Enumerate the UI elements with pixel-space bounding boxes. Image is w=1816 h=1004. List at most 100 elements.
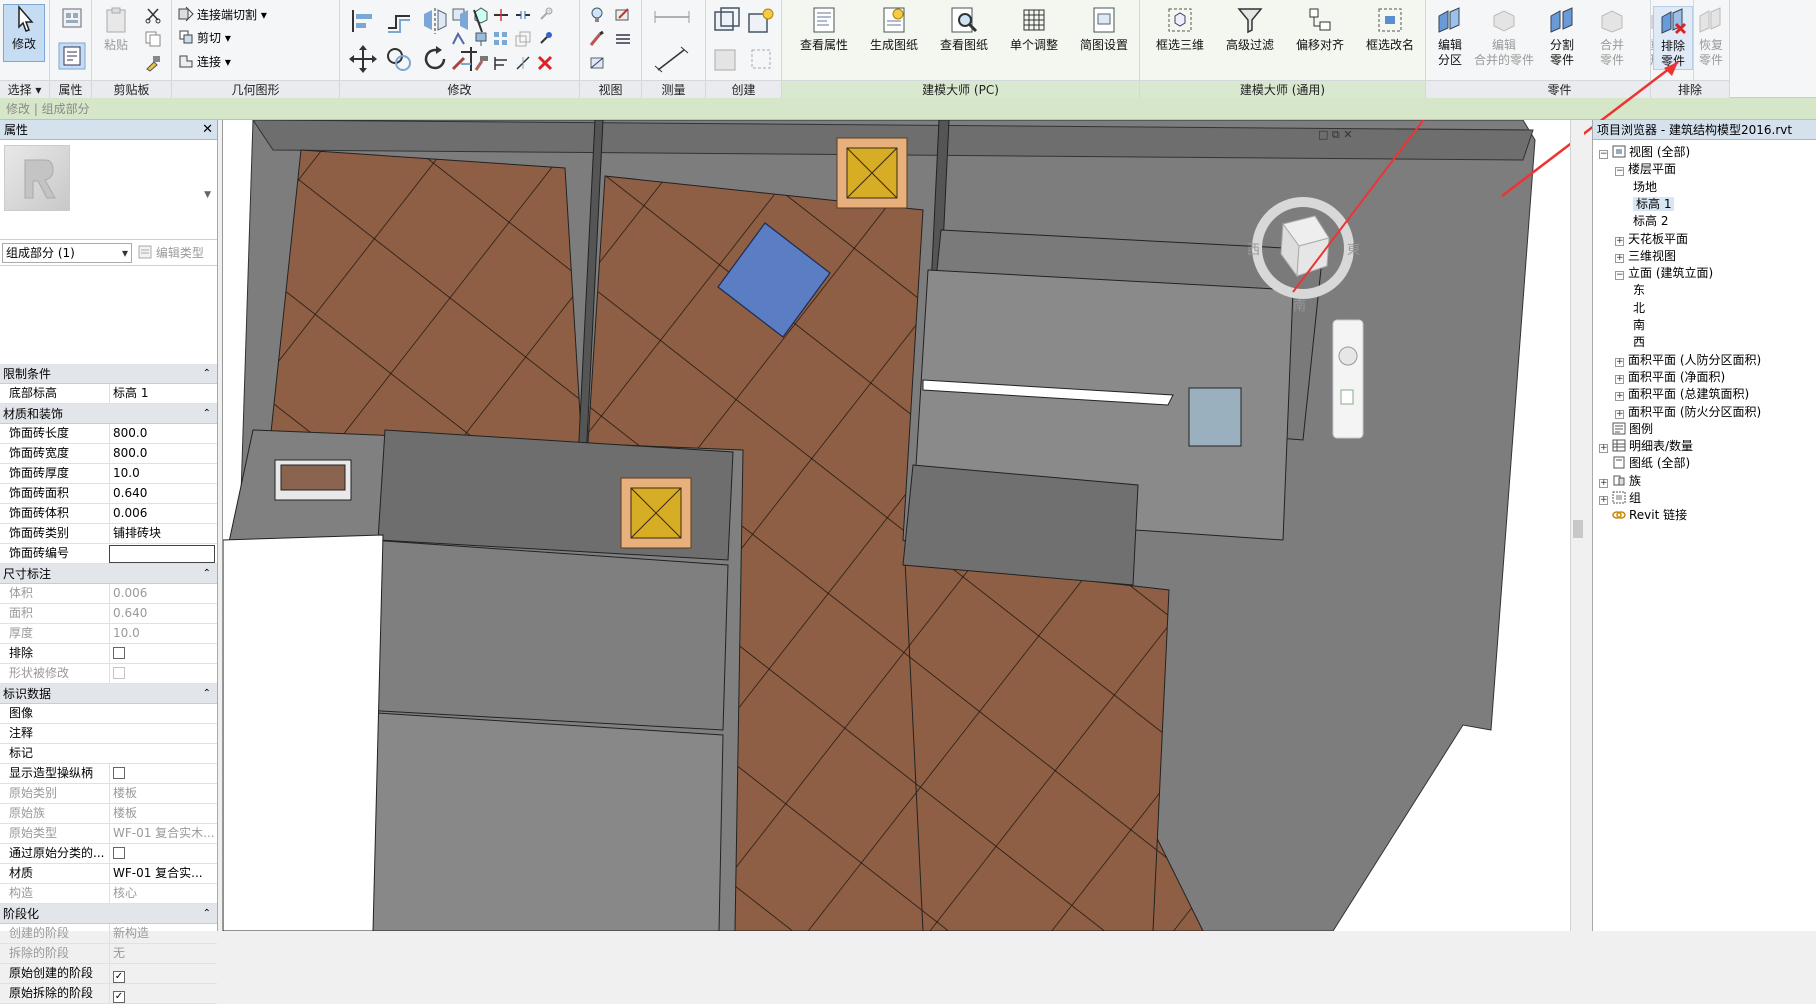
type-properties-icon[interactable] [60, 6, 84, 30]
create-assembly-icon[interactable] [712, 6, 742, 36]
edit-type-button[interactable]: 编辑类型 [138, 243, 204, 263]
lightbulb-icon[interactable] [588, 6, 606, 24]
copy-icon[interactable] [144, 30, 162, 48]
move-icon[interactable] [348, 44, 378, 74]
view-properties-button[interactable]: 查看属性 [792, 6, 856, 53]
element-properties-icon[interactable] [58, 42, 86, 70]
cut-button[interactable]: 剪切 ▾ [178, 28, 231, 48]
paste-button[interactable]: 粘贴 [96, 6, 136, 53]
scale-icon[interactable] [514, 30, 532, 48]
property-value[interactable]: 0.640 [109, 484, 217, 503]
offset-align-button[interactable]: 偏移对齐 [1288, 6, 1352, 53]
measure-between-icon[interactable] [652, 6, 692, 28]
collapse-icon[interactable]: ⌃ [203, 904, 211, 924]
property-checkbox[interactable] [113, 647, 125, 659]
property-checkbox[interactable]: ✓ [113, 971, 125, 983]
hide-element-icon[interactable] [588, 54, 606, 72]
exclude-parts-button[interactable]: 排除 零件 [1653, 6, 1693, 70]
merge-parts-button[interactable]: 合并 零件 [1588, 6, 1636, 68]
property-checkbox[interactable] [113, 767, 125, 779]
linework-icon[interactable] [614, 30, 632, 48]
property-value[interactable]: ✓ [109, 984, 217, 1003]
brush-icon[interactable] [588, 30, 606, 48]
close-icon[interactable]: ✕ [202, 120, 213, 140]
copy-element-icon[interactable] [384, 44, 414, 74]
override-graphics-icon[interactable] [614, 6, 632, 24]
type-selector-dropdown[interactable]: 组成部分 (1) [2, 243, 132, 263]
expand-icon[interactable]: + [1615, 357, 1624, 367]
sketch-settings-button[interactable]: 简图设置 [1072, 6, 1136, 53]
tree-node[interactable]: Revit 链接 [1612, 505, 1687, 525]
property-value[interactable] [109, 545, 215, 563]
create-similar-icon[interactable] [746, 44, 776, 74]
collapse-icon[interactable]: ⌃ [203, 364, 211, 384]
property-value[interactable]: 标高 1 [109, 384, 217, 403]
expand-icon[interactable]: + [1599, 478, 1608, 488]
box-rename-button[interactable]: 框选改名 [1358, 6, 1422, 53]
mirror-draw-axis-icon[interactable] [456, 6, 486, 36]
select-panel-title[interactable]: 选择 ▾ [0, 80, 49, 98]
expand-icon[interactable]: + [1615, 409, 1624, 419]
type-preview[interactable]: ▼ [0, 140, 217, 240]
collapse-icon[interactable]: − [1599, 150, 1608, 159]
advanced-filter-button[interactable]: 高级过滤 [1218, 6, 1282, 53]
property-section-header[interactable]: 限制条件 ⌃ [0, 364, 217, 384]
divide-parts-button[interactable]: 分割 零件 [1538, 6, 1586, 68]
edit-merged-parts-button[interactable]: 编辑 合并的零件 [1472, 6, 1536, 68]
property-value[interactable]: 800.0 [109, 424, 217, 443]
trim-multiple-icon[interactable] [492, 54, 510, 72]
scissors-icon[interactable] [144, 6, 162, 24]
property-value[interactable]: 10.0 [109, 464, 217, 483]
column-lower[interactable] [620, 477, 692, 549]
create-parts-icon[interactable] [746, 6, 776, 36]
property-value[interactable] [109, 644, 217, 663]
split-element-icon[interactable] [492, 6, 510, 24]
steering-wheel-icon[interactable] [1338, 346, 1358, 366]
zoom-region-icon[interactable] [1340, 389, 1354, 405]
modify-button[interactable]: 修改 [3, 4, 45, 62]
model-view-canvas[interactable]: 西 東 南 □ ⧉ ✕ [223, 120, 1582, 931]
3d-viewport[interactable]: 西 東 南 □ ⧉ ✕ [222, 120, 1582, 931]
match-properties-icon[interactable] [144, 54, 162, 72]
property-section-header[interactable]: 标识数据 ⌃ [0, 684, 217, 704]
property-value[interactable]: WF-01 复合实... [109, 864, 217, 883]
collapse-icon[interactable]: ⌃ [203, 404, 211, 424]
join-button[interactable]: 连接 ▾ [178, 52, 231, 72]
collapse-icon[interactable]: − [1615, 167, 1624, 177]
aligned-dimension-icon[interactable] [652, 44, 692, 74]
edit-division-button[interactable]: 编辑 分区 [1430, 6, 1470, 68]
chevron-down-icon[interactable]: ▼ [204, 190, 211, 200]
project-browser-header[interactable]: 项目浏览器 - 建筑结构模型2016.rvt [1593, 120, 1816, 140]
scrollbar-thumb[interactable] [1573, 520, 1583, 538]
split-gap-icon[interactable] [514, 6, 532, 24]
navigation-bar[interactable] [1332, 319, 1364, 439]
property-value[interactable]: 800.0 [109, 444, 217, 463]
unpin-icon[interactable] [536, 6, 554, 24]
trim-extend-icon[interactable] [456, 44, 486, 74]
viewport-scrollbar[interactable] [1570, 120, 1584, 931]
view-window-controls[interactable]: □ ⧉ ✕ [1318, 128, 1352, 141]
collapse-icon[interactable]: ⌃ [203, 684, 211, 704]
expand-icon[interactable]: + [1615, 374, 1624, 384]
join-cut-button[interactable]: 连接端切割 ▾ [178, 5, 267, 25]
single-adjust-button[interactable]: 单个调整 [1002, 6, 1066, 53]
expand-icon[interactable]: + [1599, 444, 1608, 454]
property-section-header[interactable]: 尺寸标注 ⌃ [0, 564, 217, 584]
expand-icon[interactable]: + [1615, 253, 1624, 263]
generate-drawing-button[interactable]: 生成图纸 [862, 6, 926, 53]
view-drawing-button[interactable]: 查看图纸 [932, 6, 996, 53]
expand-icon[interactable]: + [1615, 392, 1624, 402]
property-value[interactable]: 0.006 [109, 504, 217, 523]
expand-icon[interactable]: + [1615, 236, 1624, 246]
rotate-icon[interactable] [420, 44, 450, 74]
column-top[interactable] [836, 137, 908, 209]
collapse-icon[interactable]: − [1615, 271, 1624, 281]
property-section-header[interactable]: 阶段化 ⌃ [0, 904, 217, 924]
trim-single-icon[interactable] [514, 54, 532, 72]
delete-icon[interactable] [536, 54, 554, 72]
offset-icon[interactable] [384, 6, 414, 36]
expand-icon[interactable]: + [1599, 496, 1608, 505]
property-value[interactable]: 铺排砖块 [109, 524, 217, 543]
property-checkbox[interactable] [113, 847, 125, 859]
property-checkbox[interactable]: ✓ [113, 991, 125, 1003]
